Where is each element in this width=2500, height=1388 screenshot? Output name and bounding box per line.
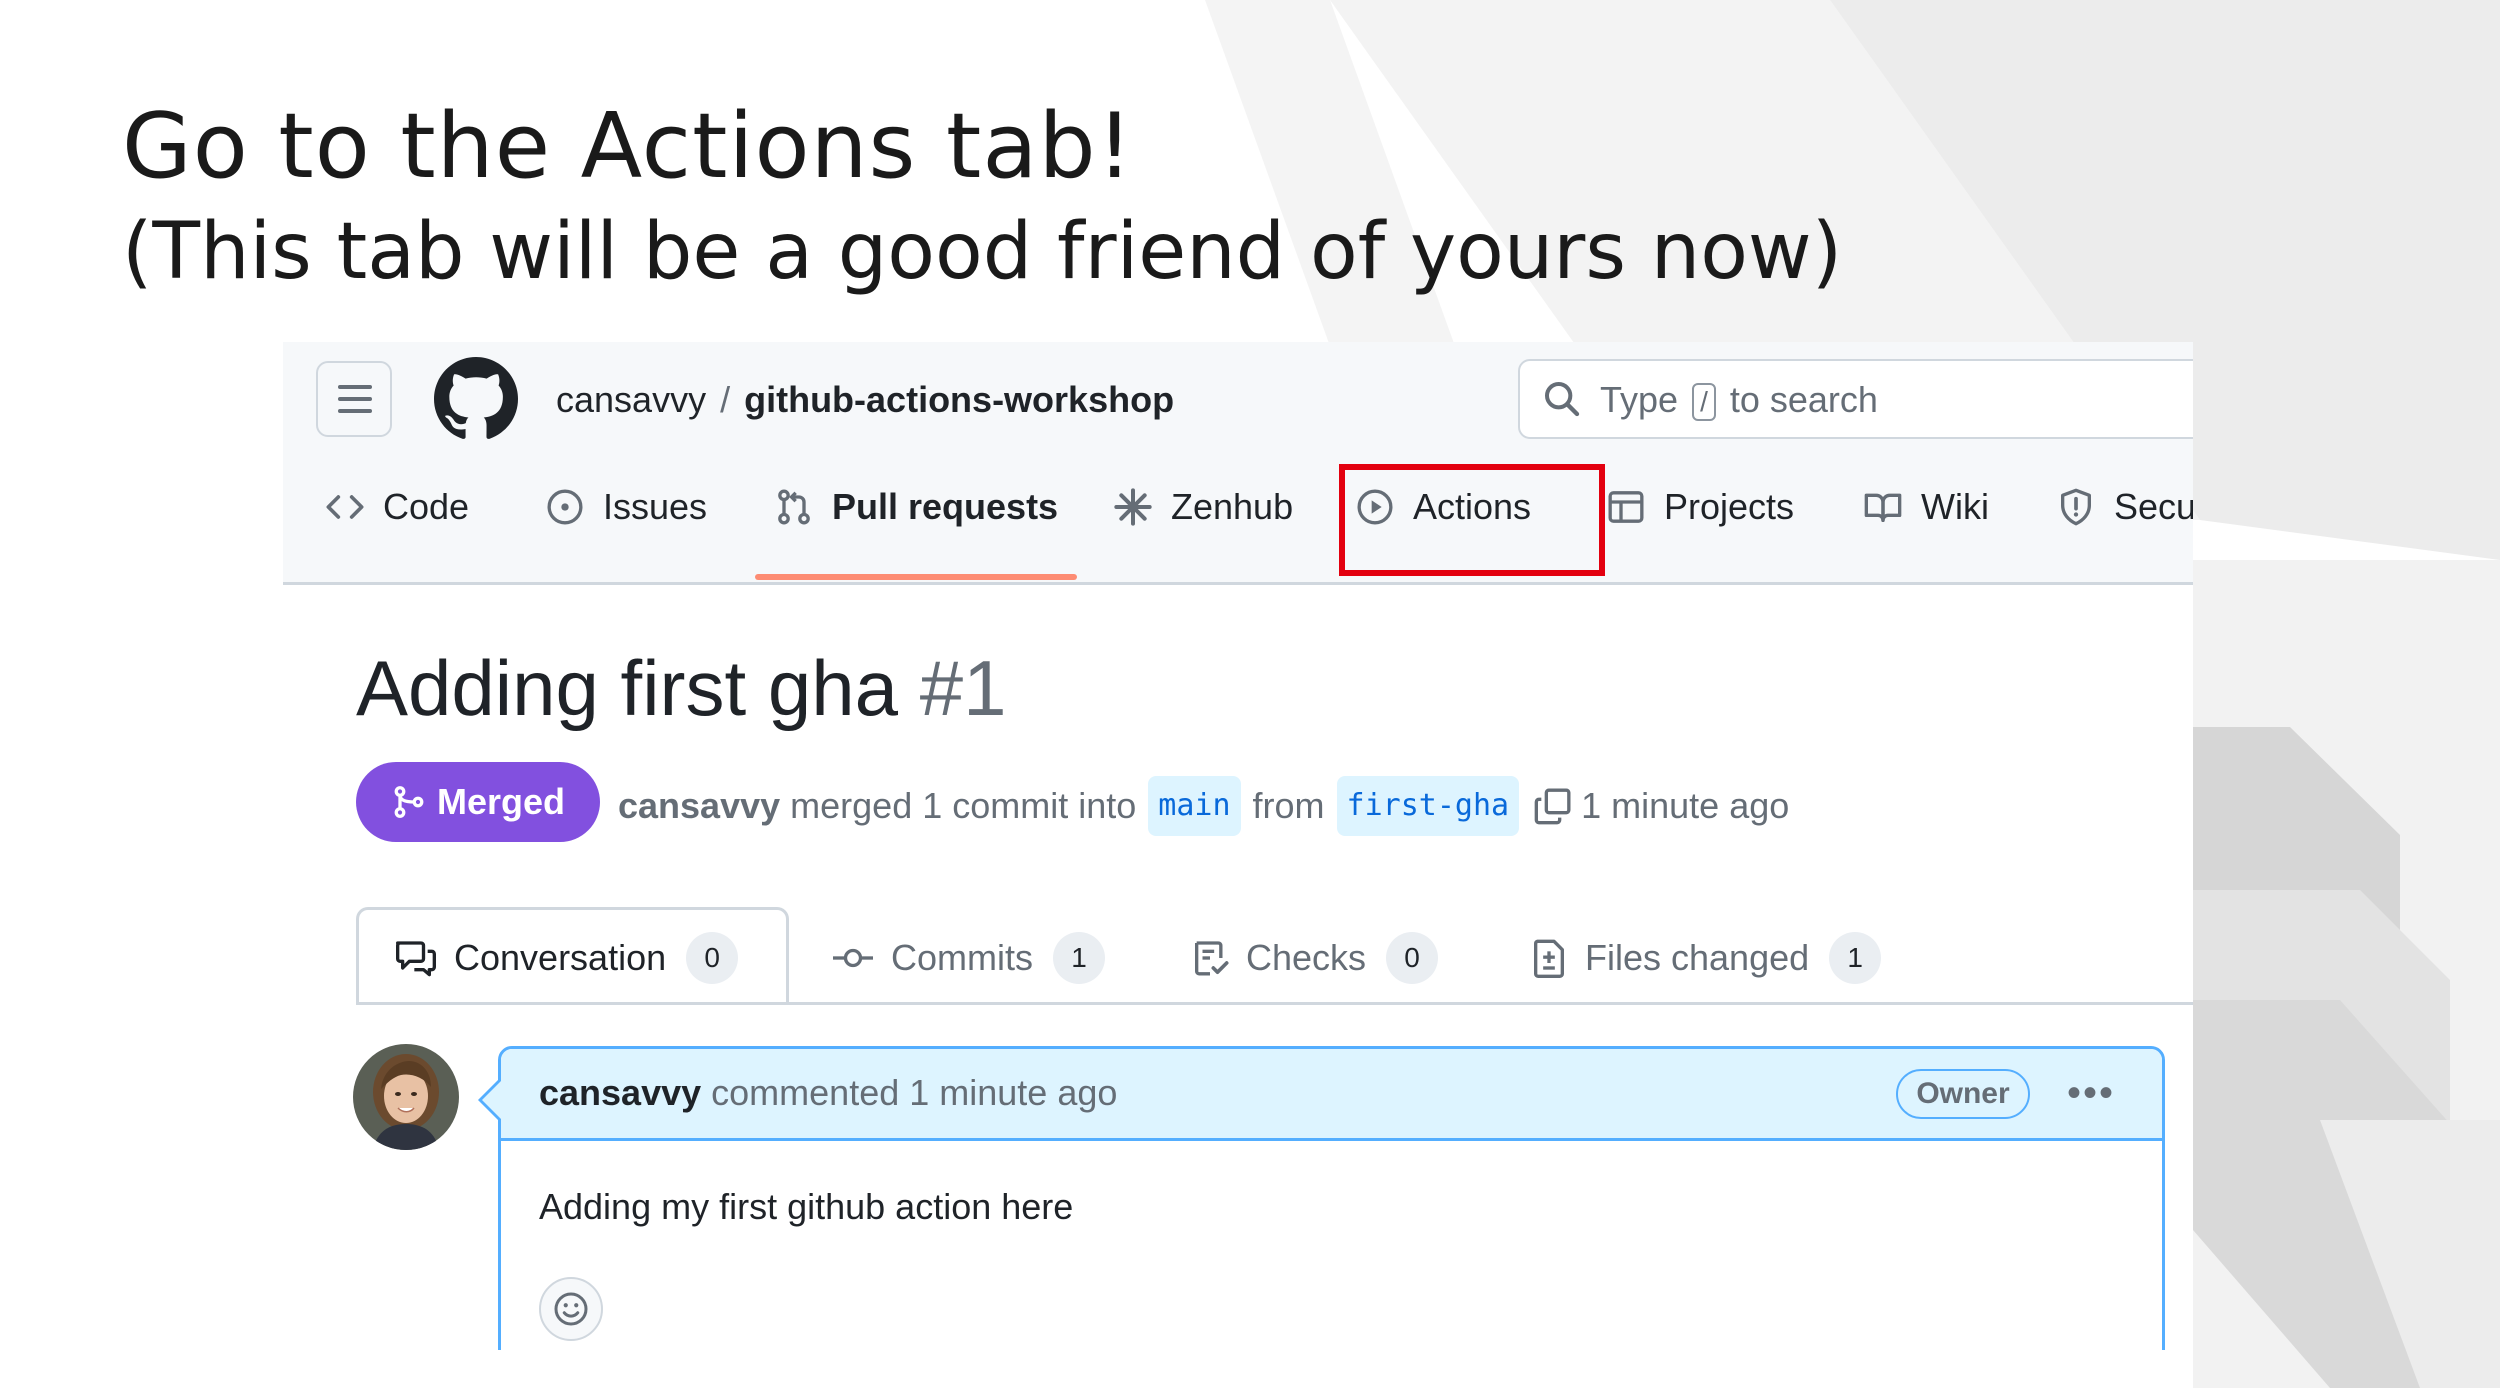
checklist-icon <box>1195 941 1229 976</box>
tab-wiki-label: Wiki <box>1921 486 1989 527</box>
search-placeholder: Type / to search <box>1600 378 1878 422</box>
hamburger-icon <box>338 385 372 413</box>
search-input[interactable]: Type / to search <box>1518 359 2193 439</box>
breadcrumb-separator: / <box>720 379 731 420</box>
checks-count: 0 <box>1386 932 1439 984</box>
github-logo-icon[interactable] <box>434 357 518 441</box>
actions-tab-highlight <box>1339 464 1605 576</box>
tab-pull-requests[interactable]: Pull requests <box>774 477 1058 537</box>
comment-body: Adding my first github action here <box>539 1186 1074 1227</box>
search-placeholder-prefix: Type <box>1600 379 1679 420</box>
file-diff-icon <box>1534 939 1564 978</box>
tab-conversation-label: Conversation <box>454 937 667 978</box>
tab-security-label: Secu <box>2114 486 2193 527</box>
pr-timestamp: 1 minute ago <box>1581 785 1790 826</box>
tab-commits-label: Commits <box>891 937 1033 978</box>
pr-meta: cansavvy merged 1 commit into main from … <box>618 776 1789 836</box>
tab-commits[interactable]: Commits 1 <box>831 930 1105 986</box>
pr-number: #1 <box>919 644 1007 732</box>
pr-from-text: from <box>1252 785 1325 826</box>
tab-checks-label: Checks <box>1246 937 1367 978</box>
tab-code[interactable]: Code <box>325 477 469 537</box>
search-placeholder-suffix: to search <box>1729 379 1878 420</box>
tab-conversation[interactable]: Conversation 0 <box>394 930 739 986</box>
commit-icon <box>833 948 873 968</box>
tab-files-changed-label: Files changed <box>1585 937 1810 978</box>
tab-projects[interactable]: Projects <box>1606 477 1794 537</box>
add-reaction-button[interactable] <box>539 1277 603 1341</box>
comment-discussion-icon <box>395 941 436 977</box>
conversation-count: 0 <box>686 932 739 984</box>
breadcrumb: cansavvy / github-actions-workshop <box>556 378 1174 422</box>
comment-author[interactable]: cansavvy <box>539 1072 701 1113</box>
tab-zenhub-label: Zenhub <box>1171 486 1294 527</box>
owner-badge: Owner <box>1896 1069 2030 1119</box>
zenhub-icon <box>1114 488 1152 526</box>
breadcrumb-owner[interactable]: cansavvy <box>556 379 706 420</box>
comment-header: cansavvy commented 1 minute ago Owner ••… <box>501 1049 2162 1141</box>
repo-header: cansavvy / github-actions-workshop Type / … <box>283 342 2193 585</box>
tab-pull-requests-label: Pull requests <box>832 486 1059 527</box>
book-icon <box>1864 493 1902 522</box>
pr-merged-text: merged 1 commit into <box>790 785 1137 826</box>
pr-title: Adding first gha #1 <box>356 642 1006 734</box>
files-changed-count: 1 <box>1829 932 1882 984</box>
tab-issues-label: Issues <box>603 486 708 527</box>
comment-card: cansavvy commented 1 minute ago Owner ••… <box>498 1046 2165 1350</box>
more-options-icon[interactable]: ••• <box>2067 1073 2115 1113</box>
tab-checks[interactable]: Checks 0 <box>1190 930 1439 986</box>
copy-icon[interactable] <box>1533 786 1573 826</box>
tab-code-label: Code <box>383 486 470 527</box>
code-icon <box>326 495 364 519</box>
subtabs-divider <box>356 1002 2193 1005</box>
issue-icon <box>547 489 583 525</box>
tab-wiki[interactable]: Wiki <box>1863 477 1989 537</box>
pr-author-link[interactable]: cansavvy <box>618 780 780 832</box>
active-tab-underline <box>755 574 1077 580</box>
search-shortcut-key: / <box>1692 383 1716 422</box>
tab-zenhub[interactable]: Zenhub <box>1113 477 1293 537</box>
comment-action: commented 1 minute ago <box>711 1072 1118 1113</box>
commits-count: 1 <box>1053 932 1105 984</box>
tab-files-changed[interactable]: Files changed 1 <box>1529 930 1882 986</box>
head-branch[interactable]: first-gha <box>1336 776 1520 836</box>
smiley-icon <box>554 1292 588 1326</box>
table-icon <box>1608 491 1644 523</box>
merged-status-label: Merged <box>436 781 566 822</box>
tab-issues[interactable]: Issues <box>545 477 707 537</box>
pr-title-text: Adding first gha <box>356 644 899 732</box>
comment-caret-fill <box>482 1080 502 1120</box>
git-merge-icon <box>394 786 424 818</box>
slide-title: Go to the Actions tab! <box>122 94 1134 199</box>
comment-meta: cansavvy commented 1 minute ago <box>539 1071 1117 1115</box>
breadcrumb-repo[interactable]: github-actions-workshop <box>744 379 1174 420</box>
github-screenshot: cansavvy / github-actions-workshop Type / … <box>283 342 2193 1350</box>
avatar[interactable] <box>353 1044 459 1150</box>
tab-projects-label: Projects <box>1664 486 1795 527</box>
pull-request-icon <box>778 489 810 525</box>
menu-button[interactable] <box>316 361 392 437</box>
tab-security[interactable]: Secu <box>2056 477 2193 537</box>
merged-status-badge: Merged <box>356 762 600 842</box>
user-avatar-image <box>353 1044 459 1150</box>
slide-subtitle: (This tab will be a good friend of yours… <box>122 207 1843 297</box>
base-branch[interactable]: main <box>1148 776 1241 836</box>
shield-icon <box>2061 488 2091 526</box>
search-icon <box>1545 382 1580 417</box>
